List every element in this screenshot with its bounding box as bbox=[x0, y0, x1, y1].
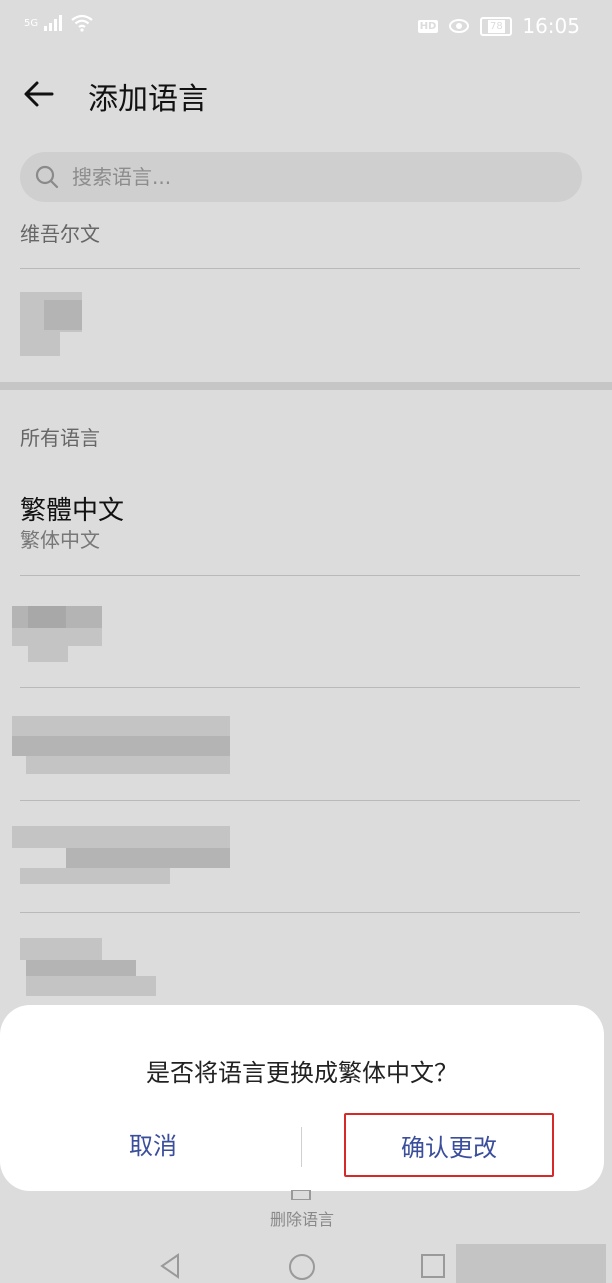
page-title: 添加语言 bbox=[88, 82, 208, 117]
list-item-subtitle: 繁体中文 bbox=[20, 528, 100, 552]
clock: 16:05 bbox=[522, 14, 580, 38]
list-item-uyghur[interactable]: 维吾尔文 bbox=[20, 218, 100, 247]
battery-icon: 78 bbox=[480, 16, 513, 36]
nav-back-icon[interactable] bbox=[156, 1252, 184, 1280]
nav-recents-icon[interactable] bbox=[420, 1252, 446, 1280]
search-input[interactable] bbox=[70, 164, 554, 190]
button-separator bbox=[301, 1127, 302, 1167]
status-right: HD 78 16:05 bbox=[417, 14, 580, 38]
divider bbox=[20, 268, 580, 269]
status-left: 5G bbox=[24, 14, 94, 32]
divider bbox=[20, 687, 580, 688]
search-bar[interactable] bbox=[20, 152, 582, 202]
signal-icon bbox=[44, 15, 63, 31]
list-item-traditional-chinese[interactable]: 繁體中文 bbox=[20, 490, 124, 527]
divider bbox=[20, 575, 580, 576]
confirm-dialog: 是否将语言更换成繁体中文？ 取消 确认更改 bbox=[0, 1005, 604, 1191]
dialog-message: 是否将语言更换成繁体中文？ bbox=[146, 1059, 458, 1087]
nav-home-icon[interactable] bbox=[287, 1252, 317, 1282]
confirm-change-button[interactable]: 确认更改 bbox=[344, 1113, 554, 1177]
battery-level: 78 bbox=[487, 19, 505, 33]
divider bbox=[20, 912, 580, 913]
back-arrow-icon[interactable] bbox=[22, 76, 58, 112]
network-label: 5G bbox=[24, 17, 39, 29]
wifi-icon bbox=[71, 14, 93, 32]
screen: 5G HD 78 16:05 添加语言 搜索语言... 维吾尔文 所有语言 繁體… bbox=[0, 0, 612, 1283]
divider bbox=[20, 800, 580, 801]
status-bar: 5G HD 78 16:05 bbox=[0, 0, 612, 52]
eye-icon bbox=[449, 19, 470, 33]
section-gap bbox=[0, 382, 612, 390]
cancel-button[interactable]: 取消 bbox=[40, 1113, 266, 1173]
trash-icon bbox=[291, 1190, 311, 1200]
delete-language-button[interactable]: 删除语言 bbox=[0, 1206, 604, 1230]
hd-badge: HD bbox=[417, 19, 439, 33]
section-header: 所有语言 bbox=[20, 426, 100, 450]
search-icon bbox=[35, 165, 59, 189]
